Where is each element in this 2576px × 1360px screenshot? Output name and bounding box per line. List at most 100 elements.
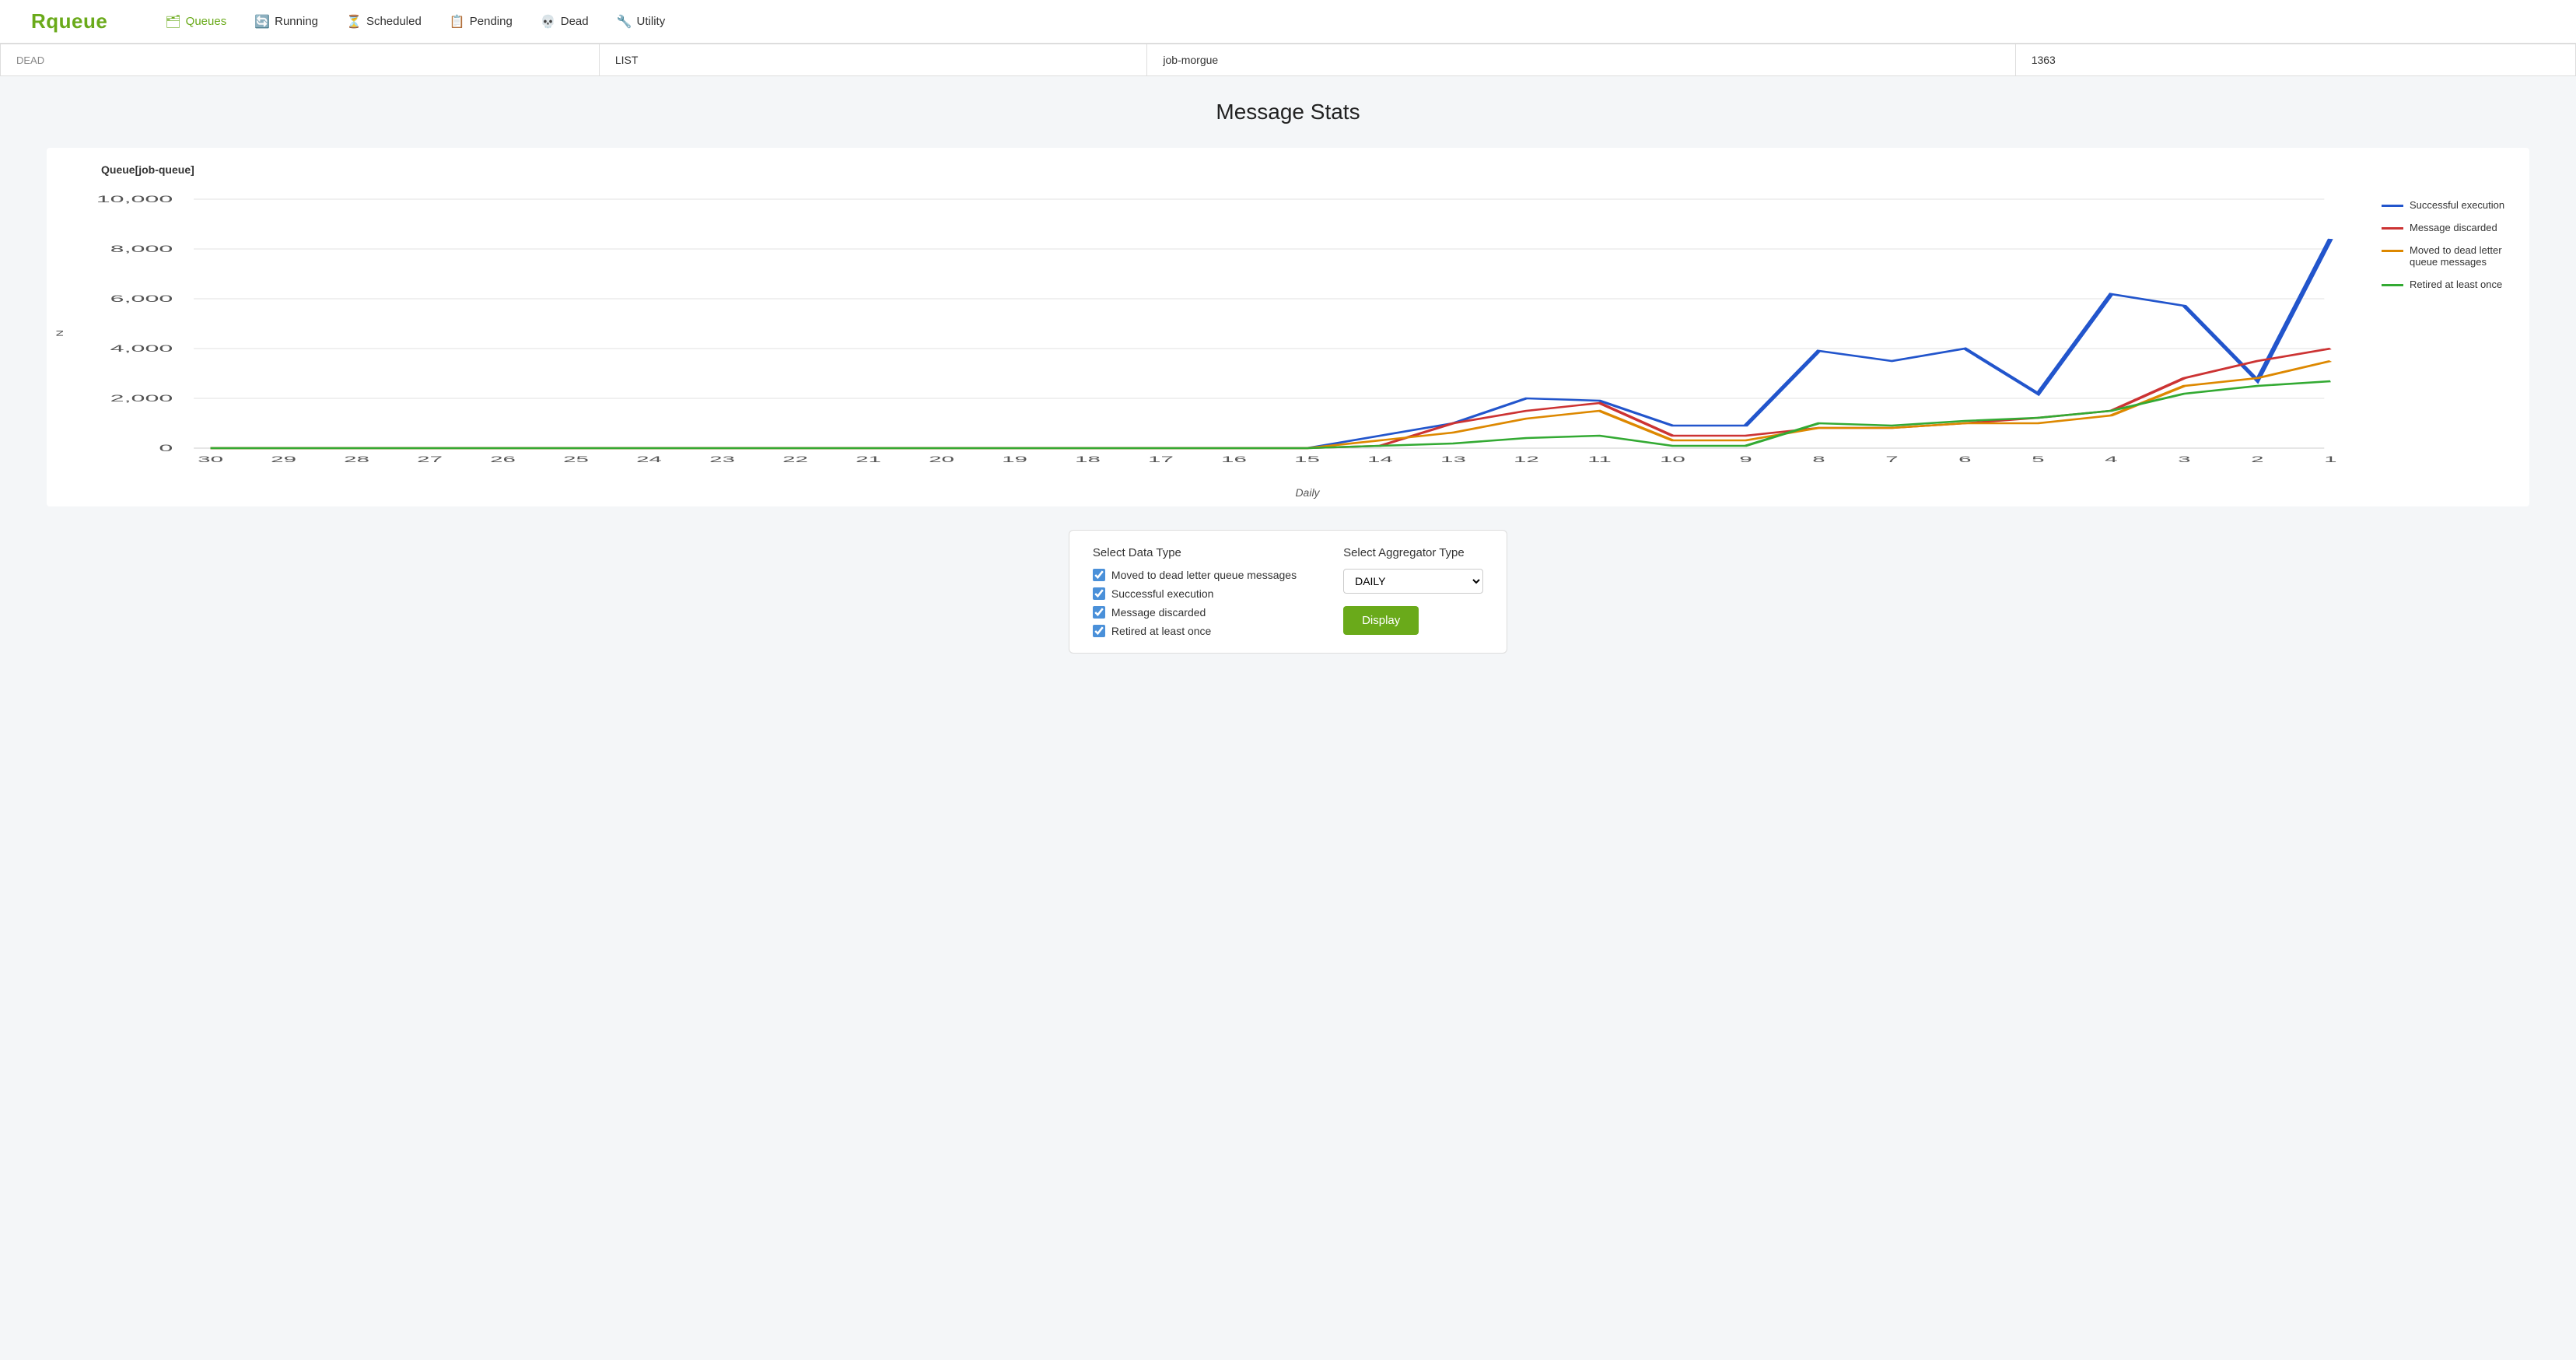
svg-text:18: 18 (1075, 454, 1101, 464)
checkbox-group: Moved to dead letter queue messages Succ… (1093, 569, 1297, 637)
svg-text:10: 10 (1660, 454, 1685, 464)
svg-text:9: 9 (1739, 454, 1752, 464)
table-row: DEADLISTjob-morgue1363 (1, 44, 2576, 76)
chart-queue-label: Queue[job-queue] (101, 163, 2514, 176)
nav-item-utility[interactable]: 🔧 Utility (606, 9, 677, 34)
checkbox-dead-letter[interactable] (1093, 569, 1105, 581)
checkbox-item-retired[interactable]: Retired at least once (1093, 625, 1297, 637)
svg-text:2,000: 2,000 (110, 394, 173, 404)
legend-label-retired: Retired at least once (2410, 279, 2502, 290)
svg-text:21: 21 (856, 454, 881, 464)
y-axis-label: N (54, 330, 65, 337)
nav-icon-scheduled: ⏳ (346, 14, 362, 30)
checkbox-item-dead-letter[interactable]: Moved to dead letter queue messages (1093, 569, 1297, 581)
nav-item-running[interactable]: 🔄 Running (243, 9, 329, 34)
chart-container: N 10,000 8,000 6,000 (54, 184, 2514, 483)
checkbox-item-discarded[interactable]: Message discarded (1093, 606, 1297, 619)
main-content: Message Stats Queue[job-queue] N (0, 76, 2576, 677)
nav-icon-utility: 🔧 (617, 14, 632, 30)
svg-text:13: 13 (1440, 454, 1466, 464)
nav-label-scheduled: Scheduled (366, 15, 422, 28)
svg-text:27: 27 (417, 454, 443, 464)
svg-text:29: 29 (271, 454, 296, 464)
nav-item-queues[interactable]: 🗂 Queues (154, 9, 237, 34)
table-cell-2: job-morgue (1147, 44, 2015, 76)
legend-line-discarded (2382, 227, 2403, 230)
queue-table: DEADLISTjob-morgue1363 (0, 44, 2576, 76)
svg-text:2: 2 (2251, 454, 2263, 464)
checkbox-item-successful[interactable]: Successful execution (1093, 587, 1297, 600)
queue-table-section: DEADLISTjob-morgue1363 (0, 44, 2576, 76)
display-button[interactable]: Display (1343, 606, 1419, 635)
nav-label-queues: Queues (186, 15, 227, 28)
legend-label-dead-letter: Moved to dead letter queue messages (2410, 244, 2514, 268)
nav-label-utility: Utility (637, 15, 666, 28)
nav-item-pending[interactable]: 📋Pending (439, 9, 523, 34)
svg-text:23: 23 (709, 454, 735, 464)
svg-text:25: 25 (563, 454, 589, 464)
chart-inner: 10,000 8,000 6,000 4,000 2,000 0 30 29 2… (68, 184, 2366, 483)
nav-label-running: Running (275, 15, 318, 28)
legend-line-dead-letter (2382, 250, 2403, 252)
nav-icon-pending: 📋 (450, 14, 465, 30)
table-cell-3: 1363 (2015, 44, 2575, 76)
svg-text:12: 12 (1514, 454, 1539, 464)
svg-text:0: 0 (159, 443, 173, 454)
legend-item-dead-letter: Moved to dead letter queue messages (2382, 244, 2514, 268)
nav-icon-queues: 🗂 (165, 14, 180, 30)
svg-text:20: 20 (929, 454, 954, 464)
svg-text:8,000: 8,000 (110, 244, 173, 254)
svg-text:10,000: 10,000 (96, 195, 173, 205)
data-type-label: Select Data Type (1093, 546, 1297, 559)
controls-section: Select Data Type Moved to dead letter qu… (47, 530, 2529, 654)
svg-text:4,000: 4,000 (110, 344, 173, 354)
app-logo: Rqueue (31, 9, 107, 33)
svg-text:11: 11 (1587, 454, 1612, 464)
checkbox-label-retired: Retired at least once (1111, 625, 1211, 637)
svg-text:28: 28 (344, 454, 369, 464)
svg-text:3: 3 (2178, 454, 2190, 464)
aggregator-group: Select Aggregator Type DAILYWEEKLYMONTHL… (1343, 546, 1483, 637)
svg-text:24: 24 (636, 454, 662, 464)
chart-legend: Successful execution Message discarded M… (2382, 184, 2514, 290)
svg-text:22: 22 (782, 454, 808, 464)
legend-item-retired: Retired at least once (2382, 279, 2514, 290)
nav-item-scheduled[interactable]: ⏳ Scheduled (335, 9, 432, 34)
svg-text:16: 16 (1221, 454, 1247, 464)
checkbox-successful[interactable] (1093, 587, 1105, 600)
aggregator-label: Select Aggregator Type (1343, 546, 1483, 559)
svg-text:7: 7 (1885, 454, 1898, 464)
checkbox-label-discarded: Message discarded (1111, 606, 1206, 619)
nav-label-dead: Dead (561, 15, 589, 28)
svg-text:6,000: 6,000 (110, 294, 173, 304)
legend-label-discarded: Message discarded (2410, 222, 2497, 233)
main-nav: 🗂 Queues 🔄 Running ⏳ Scheduled 📋Pending 💀 Dead 🔧 U… (154, 9, 676, 34)
svg-text:15: 15 (1294, 454, 1320, 464)
chart-wrapper: Queue[job-queue] N 10,000 8,00 (47, 148, 2529, 506)
nav-item-dead[interactable]: 💀 Dead (530, 9, 600, 34)
chart-svg: 10,000 8,000 6,000 4,000 2,000 0 30 29 2… (68, 184, 2366, 479)
nav-icon-dead: 💀 (541, 14, 556, 30)
svg-text:5: 5 (2032, 454, 2044, 464)
x-axis-label: Daily (101, 486, 2514, 499)
page-title: Message Stats (47, 100, 2529, 124)
svg-text:17: 17 (1148, 454, 1174, 464)
table-cell-1: LIST (599, 44, 1147, 76)
svg-text:4: 4 (2105, 454, 2117, 464)
svg-text:1: 1 (2324, 454, 2336, 464)
legend-item-successful: Successful execution (2382, 199, 2514, 211)
controls-box: Select Data Type Moved to dead letter qu… (1069, 530, 1507, 654)
checkbox-discarded[interactable] (1093, 606, 1105, 619)
svg-text:19: 19 (1002, 454, 1027, 464)
svg-text:26: 26 (490, 454, 516, 464)
legend-label-successful: Successful execution (2410, 199, 2504, 211)
svg-text:8: 8 (1812, 454, 1825, 464)
legend-line-successful (2382, 205, 2403, 207)
nav-icon-running: 🔄 (254, 14, 270, 30)
svg-text:14: 14 (1367, 454, 1393, 464)
aggregator-select[interactable]: DAILYWEEKLYMONTHLY (1343, 569, 1483, 594)
svg-text:6: 6 (1958, 454, 1971, 464)
checkbox-retired[interactable] (1093, 625, 1105, 637)
checkbox-label-successful: Successful execution (1111, 587, 1214, 600)
legend-line-retired (2382, 284, 2403, 286)
